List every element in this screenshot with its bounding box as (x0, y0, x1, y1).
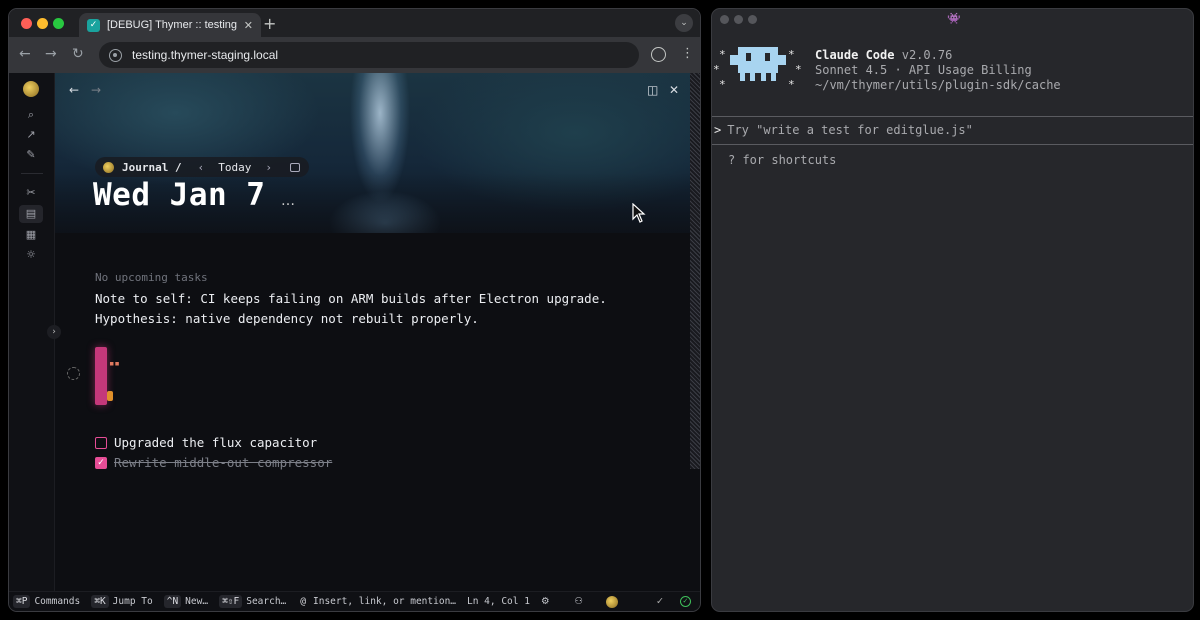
status-bar: ⌘P Commands ⌘K Jump To ^N New… ⌘⇧F Search… @… (9, 591, 700, 611)
close-panel-icon[interactable]: ✕ (669, 83, 679, 97)
jump-to-shortcut[interactable]: ⌘K Jump To (91, 595, 153, 608)
minimize-window-button[interactable] (37, 18, 48, 29)
sidebar: ⌕ ↗ ✎ ✂ ▤ ▦ ☼ › (9, 73, 61, 591)
reload-icon[interactable]: ↻ (72, 46, 84, 62)
mouse-pointer-icon (632, 203, 646, 223)
user-avatar[interactable] (23, 81, 39, 97)
scrollbar[interactable] (690, 73, 700, 469)
terminal-window: 👾 * * * * * * Claude Code v2.0.76 Sonnet… (711, 8, 1194, 612)
note-line[interactable]: Note to self: CI keeps failing on ARM bu… (95, 291, 607, 306)
lightbulb-icon[interactable]: ☼ (24, 248, 38, 262)
journal-icon[interactable]: ▤ (19, 205, 43, 223)
text-cursor-block (95, 347, 107, 405)
close-window-button[interactable] (720, 15, 729, 24)
url-text: testing.thymer-staging.local (132, 48, 279, 62)
loading-spinner-icon (67, 367, 80, 380)
settings-gear-icon[interactable]: ⚙ (541, 596, 550, 607)
cursor-tail (107, 391, 113, 401)
journal-avatar (103, 161, 114, 173)
task-label[interactable]: Upgraded the flux capacitor (114, 435, 317, 450)
chevron-left-icon[interactable]: ‹ (198, 161, 205, 174)
forward-arrow-icon[interactable]: → (45, 46, 57, 62)
browser-tab[interactable]: ✓ [DEBUG] Thymer :: testing ✕ (79, 13, 261, 37)
prompt-caret-icon: > (714, 123, 722, 137)
more-options-icon[interactable]: … (281, 193, 295, 209)
split-view-icon[interactable]: ◫ (647, 83, 658, 97)
insert-shortcut[interactable]: @ Insert, link, or mention… (297, 596, 456, 607)
collaborators-icon[interactable]: ⚇ (574, 596, 583, 607)
new-tab-button[interactable]: + (263, 14, 276, 33)
shortcuts-hint: ? for shortcuts (728, 153, 837, 167)
task-label[interactable]: Rewrite middle-out compressor (114, 455, 332, 470)
journal-banner-image: ← → ◫ ✕ Journal / ‹ Today › Wed Jan 7 … (55, 73, 690, 233)
pen-icon[interactable]: ✎ (24, 148, 38, 162)
site-info-icon[interactable] (109, 48, 122, 62)
search-icon[interactable]: ⌕ (24, 108, 38, 122)
expand-sidebar-icon[interactable]: › (47, 325, 61, 339)
back-arrow-icon[interactable]: ← (19, 46, 31, 62)
no-tasks-label: No upcoming tasks (95, 271, 208, 284)
divider (712, 116, 1193, 117)
note-line[interactable]: Hypothesis: native dependency not rebuil… (95, 311, 479, 326)
back-arrow-icon[interactable]: ← (69, 83, 79, 97)
tab-bar: ✓ [DEBUG] Thymer :: testing ✕ + ⌄ (9, 9, 700, 37)
task-item[interactable]: Upgraded the flux capacitor (95, 435, 317, 450)
journal-breadcrumb[interactable]: Journal / (122, 161, 182, 174)
chevron-right-icon[interactable]: › (265, 161, 272, 174)
thymer-app: ⌕ ↗ ✎ ✂ ▤ ▦ ☼ › ← → ◫ ✕ Journal / ‹ Toda… (9, 73, 700, 591)
cursor-position: Ln 4, Col 1 (467, 596, 530, 607)
status-ok-icon: ✓ (679, 596, 691, 607)
working-directory: ~/vm/thymer/utils/plugin-sdk/cache (815, 78, 1061, 92)
new-shortcut[interactable]: ^N New… (163, 595, 208, 608)
minimize-window-button[interactable] (734, 15, 743, 24)
browser-toolbar: ← → ↻ testing.thymer-staging.local ⋮ (9, 37, 700, 73)
cursor-dots: ▪▪ (109, 359, 120, 369)
page-title: Wed Jan 7 (93, 177, 266, 213)
user-avatar[interactable] (606, 595, 618, 608)
forward-arrow-icon[interactable]: → (91, 83, 101, 97)
sidebar-divider (21, 173, 43, 174)
jump-arrow-icon[interactable]: ↗ (24, 128, 38, 142)
prompt-placeholder: Try "write a test for editglue.js" (727, 123, 973, 137)
sync-check-icon: ✓ (656, 596, 664, 607)
zoom-window-button[interactable] (53, 18, 64, 29)
divider (712, 144, 1193, 145)
zoom-window-button[interactable] (748, 15, 757, 24)
thymer-favicon-icon: ✓ (87, 18, 100, 32)
model-info: Sonnet 4.5 · API Usage Billing (815, 63, 1032, 77)
document-icon[interactable]: ▦ (24, 228, 38, 242)
profile-icon[interactable] (651, 47, 666, 62)
checkbox-checked[interactable]: ✓ (95, 456, 107, 469)
close-window-button[interactable] (21, 18, 32, 29)
browser-window: ✓ [DEBUG] Thymer :: testing ✕ + ⌄ ← → ↻ … (8, 8, 701, 612)
tab-title: [DEBUG] Thymer :: testing (107, 19, 237, 31)
prompt-input[interactable]: > Try "write a test for editglue.js" (714, 123, 973, 137)
tab-search-button[interactable]: ⌄ (675, 14, 693, 32)
journal-navigator: Journal / ‹ Today › (95, 157, 309, 177)
today-button[interactable]: Today (218, 161, 251, 174)
tab-close-icon[interactable]: ✕ (244, 19, 253, 32)
terminal-app-icon: 👾 (947, 12, 961, 25)
calendar-icon[interactable] (289, 162, 300, 172)
app-name: Claude Code v2.0.76 (815, 48, 953, 62)
commands-shortcut[interactable]: ⌘P Commands (13, 595, 80, 608)
browser-menu-icon[interactable]: ⋮ (681, 46, 694, 61)
search-shortcut[interactable]: ⌘⇧F Search… (219, 595, 286, 608)
address-bar[interactable]: testing.thymer-staging.local (99, 42, 639, 68)
task-item[interactable]: ✓ Rewrite middle-out compressor (95, 455, 332, 470)
tools-icon[interactable]: ✂ (24, 186, 38, 200)
checkbox[interactable] (95, 436, 107, 449)
